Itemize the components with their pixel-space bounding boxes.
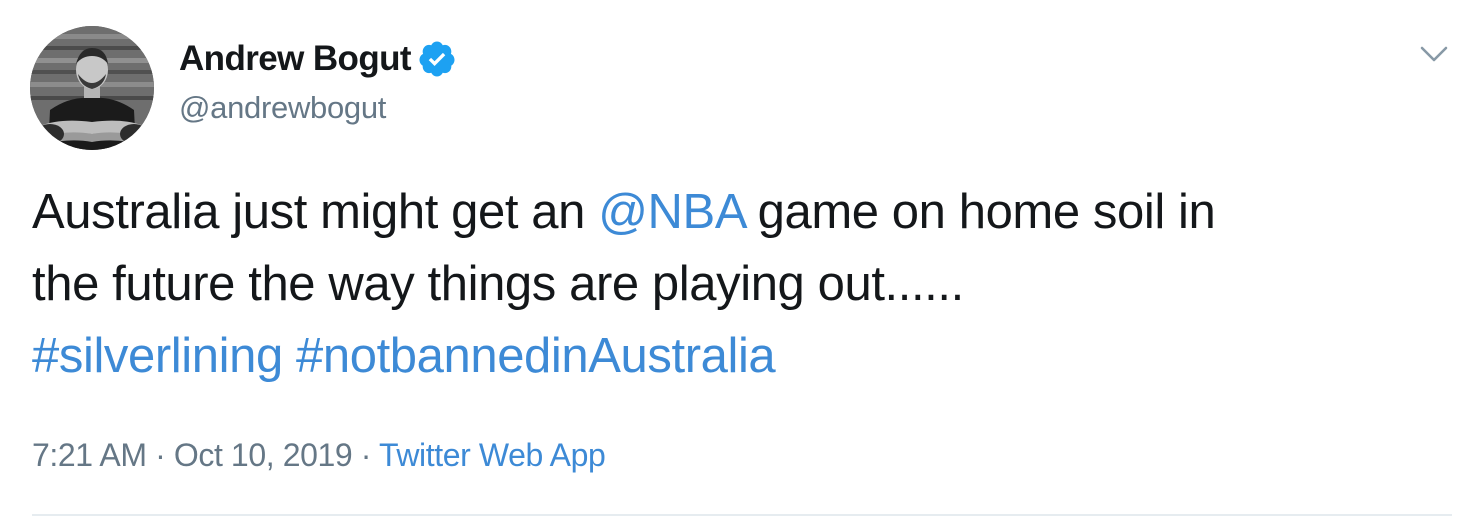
tweet-text: Australia just might get an @NBA game on… [32, 176, 1452, 392]
tweet-text-segment: game on home soil in [744, 185, 1216, 239]
divider [32, 514, 1452, 516]
tweet-date[interactable]: Oct 10, 2019 [174, 437, 353, 473]
meta-separator: · [352, 437, 379, 473]
tweet-meta: 7:21 AM · Oct 10, 2019 · Twitter Web App [32, 434, 606, 476]
hashtag-link[interactable]: #notbannedinAustralia [296, 329, 776, 383]
tweet-line-3: #silverlining #notbannedinAustralia [32, 320, 1452, 392]
mention-link[interactable]: @NBA [598, 185, 745, 239]
display-name[interactable]: Andrew Bogut [179, 38, 412, 80]
author-name-row: Andrew Bogut [179, 38, 457, 80]
meta-separator: · [146, 437, 174, 473]
tweet-line-1: Australia just might get an @NBA game on… [32, 176, 1452, 248]
chevron-down-icon[interactable] [1416, 40, 1452, 68]
author-handle[interactable]: @andrewbogut [179, 88, 386, 128]
avatar-photo [30, 26, 154, 150]
verified-badge-icon [419, 41, 455, 77]
tweet-time[interactable]: 7:21 AM [32, 437, 147, 473]
hashtag-link[interactable]: #silverlining [32, 329, 283, 383]
tweet-source-link[interactable]: Twitter Web App [379, 437, 606, 473]
avatar[interactable] [30, 26, 154, 150]
tweet-text-segment: Australia just might get an [32, 185, 599, 239]
tweet-line-2: the future the way things are playing ou… [32, 257, 964, 311]
